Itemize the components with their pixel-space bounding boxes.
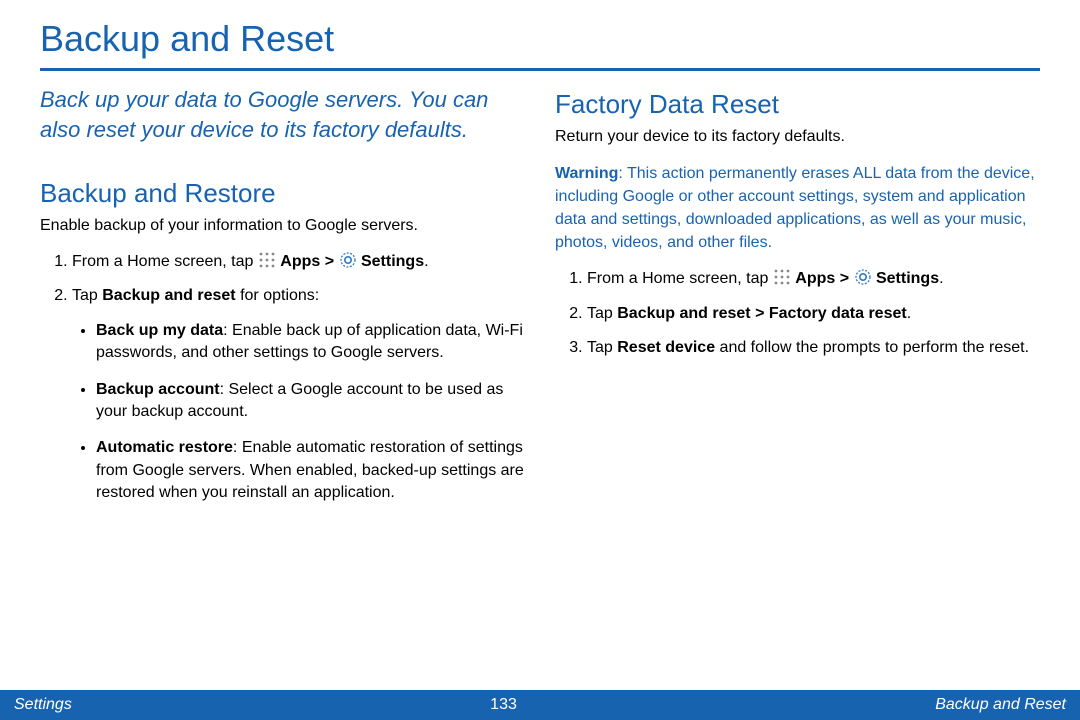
settings-label: Settings — [876, 270, 939, 287]
apps-label: Apps — [280, 253, 320, 270]
step-bold: Backup and reset > Factory data reset — [617, 305, 906, 322]
step-item: From a Home screen, tap Apps > Settings. — [72, 251, 525, 273]
step-bold: Reset device — [617, 339, 715, 356]
step-text: From a Home screen, tap — [587, 270, 773, 287]
footer-right: Backup and Reset — [935, 696, 1066, 714]
page-footer: Settings 133 Backup and Reset — [0, 690, 1080, 720]
option-title: Backup account — [96, 381, 220, 398]
apps-label: Apps — [795, 270, 835, 287]
footer-page-number: 133 — [490, 696, 517, 714]
step-item: Tap Backup and reset > Factory data rese… — [587, 303, 1040, 325]
page-title: Backup and Reset — [40, 18, 1040, 71]
option-title: Back up my data — [96, 322, 223, 339]
step-item: Tap Reset device and follow the prompts … — [587, 337, 1040, 359]
separator: > — [320, 253, 338, 270]
list-item: Automatic restore: Enable automatic rest… — [96, 437, 525, 504]
warning-body: : This action permanently erases ALL dat… — [555, 165, 1035, 252]
right-column: Factory Data Reset Return your device to… — [555, 85, 1040, 518]
step-item: From a Home screen, tap Apps > Settings. — [587, 268, 1040, 290]
settings-icon — [854, 268, 872, 286]
step-text: Tap — [72, 287, 102, 304]
step-text: Tap — [587, 305, 617, 322]
backup-options: Back up my data: Enable back up of appli… — [72, 320, 525, 505]
factory-reset-heading: Factory Data Reset — [555, 89, 1040, 120]
option-title: Automatic restore — [96, 439, 233, 456]
step-text: and follow the prompts to perform the re… — [715, 339, 1029, 356]
apps-icon — [258, 251, 276, 269]
settings-icon — [339, 251, 357, 269]
warning-text: Warning: This action permanently erases … — [555, 162, 1040, 255]
backup-restore-sub: Enable backup of your information to Goo… — [40, 215, 525, 237]
step-text: for options: — [236, 287, 320, 304]
step-text: Tap — [587, 339, 617, 356]
left-column: Back up your data to Google servers. You… — [40, 85, 525, 518]
factory-reset-sub: Return your device to its factory defaul… — [555, 126, 1040, 148]
warning-label: Warning — [555, 165, 618, 182]
backup-steps: From a Home screen, tap Apps > Settings.… — [40, 251, 525, 505]
step-item: Tap Backup and reset for options: Back u… — [72, 285, 525, 504]
separator: > — [835, 270, 853, 287]
settings-label: Settings — [361, 253, 424, 270]
apps-icon — [773, 268, 791, 286]
step-text: From a Home screen, tap — [72, 253, 258, 270]
list-item: Back up my data: Enable back up of appli… — [96, 320, 525, 365]
intro-text: Back up your data to Google servers. You… — [40, 85, 525, 144]
factory-steps: From a Home screen, tap Apps > Settings.… — [555, 268, 1040, 359]
step-bold: Backup and reset — [102, 287, 235, 304]
list-item: Backup account: Select a Google account … — [96, 379, 525, 424]
backup-restore-heading: Backup and Restore — [40, 178, 525, 209]
footer-left: Settings — [14, 696, 72, 714]
